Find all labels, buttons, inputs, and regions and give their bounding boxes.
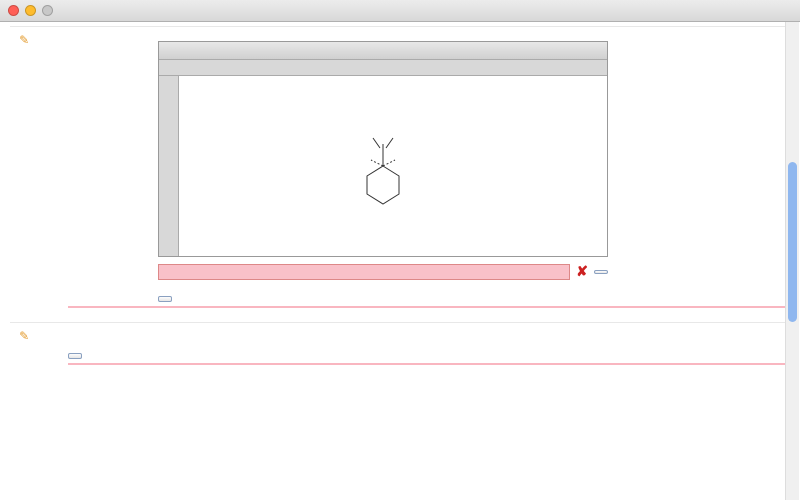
smiles-input[interactable] xyxy=(158,264,570,280)
window-titlebar xyxy=(0,0,800,22)
scrollbar-thumb[interactable] xyxy=(788,162,797,322)
minimize-icon[interactable] xyxy=(25,5,36,16)
feedback-text xyxy=(68,365,790,369)
zoom-icon[interactable] xyxy=(42,5,53,16)
question-2: ✎ xyxy=(10,26,790,322)
insert-from-editor-button[interactable] xyxy=(594,270,608,274)
submit-button[interactable] xyxy=(68,353,82,359)
edit-icon[interactable]: ✎ xyxy=(19,33,29,47)
close-icon[interactable] xyxy=(8,5,19,16)
editor-credits xyxy=(612,41,710,71)
edit-icon[interactable]: ✎ xyxy=(19,329,29,343)
molecular-editor[interactable] xyxy=(158,41,608,257)
vertical-scrollbar[interactable] xyxy=(785,22,799,500)
question-3: ✎ xyxy=(10,322,790,379)
submit-button[interactable] xyxy=(158,296,172,302)
feedback-text xyxy=(68,308,790,312)
editor-canvas[interactable] xyxy=(179,76,607,256)
wrong-icon: ✘ xyxy=(576,263,588,280)
